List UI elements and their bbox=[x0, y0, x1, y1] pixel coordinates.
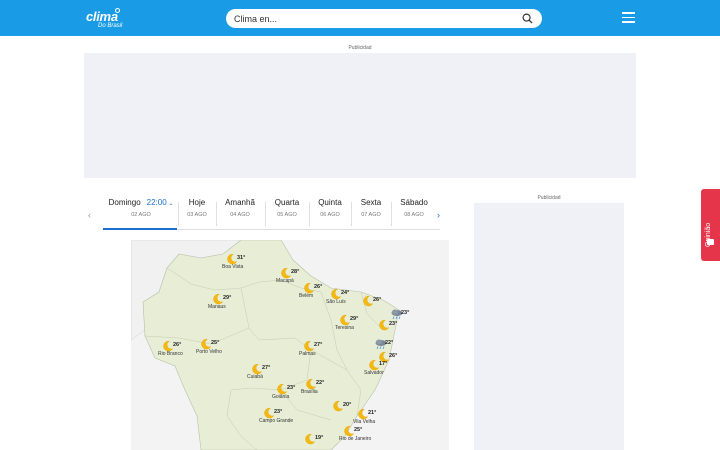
city-temperature: 26° bbox=[173, 342, 182, 348]
city-name: Teresina bbox=[335, 325, 354, 331]
city-temperature: 25° bbox=[211, 340, 220, 346]
city-name: Brasília bbox=[301, 389, 318, 395]
prev-day-arrow-icon[interactable]: ‹ bbox=[88, 210, 91, 220]
chevron-down-icon[interactable]: ⌄ bbox=[167, 201, 173, 207]
city-temperature: 25° bbox=[354, 427, 363, 433]
day-name: Quinta bbox=[318, 198, 342, 207]
day-tabs: ‹ Domingo 22:00 ⌄ 02 AGO Hoje 03 AGO Aman… bbox=[82, 198, 448, 234]
city-temperature: 21° bbox=[368, 410, 377, 416]
day-name: Domingo bbox=[108, 198, 141, 207]
city-temperature: 31° bbox=[237, 255, 246, 261]
city-temperature: 17° bbox=[379, 361, 388, 367]
site-logo[interactable]: clima Do Brasil bbox=[84, 7, 128, 31]
city-temperature: 23° bbox=[401, 310, 410, 316]
next-day-arrow-icon[interactable]: › bbox=[437, 210, 440, 220]
logo-sub-text: Do Brasil bbox=[98, 23, 123, 29]
top-ad-label: Publicidad bbox=[348, 45, 372, 51]
feedback-icon bbox=[707, 239, 714, 245]
city-temperature: 26° bbox=[314, 284, 323, 290]
tab-day-4[interactable]: Quinta 06 AGO bbox=[314, 198, 346, 230]
city-name: Manaus bbox=[208, 304, 226, 310]
active-tab-indicator bbox=[103, 228, 177, 230]
day-date: 04 AGO bbox=[230, 212, 250, 218]
city-temperature: 29° bbox=[223, 295, 232, 301]
city-name: Macapá bbox=[276, 278, 294, 284]
city-name: Vila Velha bbox=[353, 419, 376, 425]
city-temperature: 26° bbox=[373, 297, 382, 303]
city-temperature: 26° bbox=[389, 353, 398, 359]
feedback-button[interactable]: Opinião bbox=[701, 189, 720, 261]
tab-day-2[interactable]: Amanhã 04 AGO bbox=[220, 198, 260, 230]
tab-day-3[interactable]: Quarta 05 AGO bbox=[270, 198, 304, 230]
city-name: Belém bbox=[299, 293, 314, 299]
logo-sun-icon bbox=[115, 8, 120, 13]
search-input[interactable] bbox=[234, 11, 504, 26]
day-date: 05 AGO bbox=[277, 212, 297, 218]
tab-day-1[interactable]: Hoje 03 AGO bbox=[182, 198, 212, 230]
tab-day-6[interactable]: Sábado 08 AGO bbox=[396, 198, 432, 230]
city-name: Porto Velho bbox=[196, 349, 222, 355]
side-ad-label: Publicidad bbox=[537, 195, 561, 201]
city-name: Goiânia bbox=[272, 394, 290, 400]
city-temperature: 23° bbox=[287, 385, 296, 391]
city-temperature: 27° bbox=[262, 365, 271, 371]
city-name: Rio de Janeiro bbox=[339, 436, 372, 442]
city-name: Boa Vista bbox=[222, 264, 244, 270]
day-name: Sábado bbox=[400, 198, 428, 207]
search-bar bbox=[226, 9, 542, 28]
city-temperature: 20° bbox=[343, 402, 352, 408]
logo-main-text: clima bbox=[86, 9, 118, 24]
hamburger-menu-icon[interactable] bbox=[622, 12, 635, 23]
city-temperature: 28° bbox=[291, 269, 300, 275]
day-date: 03 AGO bbox=[187, 212, 207, 218]
city-name: Campo Grande bbox=[259, 418, 294, 424]
city-temperature: 23° bbox=[389, 321, 398, 327]
city-name: São Luís bbox=[326, 299, 346, 305]
city-name: Cuiabá bbox=[247, 374, 263, 380]
city-temperature: 23° bbox=[274, 409, 283, 415]
day-name: Hoje bbox=[188, 198, 206, 207]
side-ad-banner[interactable] bbox=[474, 203, 624, 450]
search-icon[interactable] bbox=[522, 13, 533, 24]
tab-day-0[interactable]: Domingo 22:00 ⌄ 02 AGO bbox=[104, 198, 178, 230]
day-date: 08 AGO bbox=[404, 212, 424, 218]
day-name: Amanhã bbox=[225, 198, 255, 207]
city-temperature: 29° bbox=[350, 316, 359, 322]
city-temperature: 22° bbox=[316, 380, 325, 386]
day-date: 07 AGO bbox=[361, 212, 381, 218]
city-temperature: 24° bbox=[341, 290, 350, 296]
city-name: Palmas bbox=[299, 351, 316, 357]
time-select[interactable]: 22:00 bbox=[147, 198, 167, 207]
city-name: Salvador bbox=[364, 370, 384, 376]
day-date: 06 AGO bbox=[320, 212, 340, 218]
city-temperature: 27° bbox=[314, 342, 323, 348]
city-name: Rio Branco bbox=[158, 351, 183, 357]
day-date: 02 AGO bbox=[131, 212, 151, 218]
tab-day-5[interactable]: Sexta 07 AGO bbox=[356, 198, 386, 230]
top-ad-banner[interactable] bbox=[84, 53, 636, 178]
city-temperature: 22° bbox=[385, 340, 394, 346]
top-header: clima Do Brasil bbox=[0, 0, 720, 36]
day-name: Quarta bbox=[274, 198, 300, 207]
day-name: Sexta bbox=[360, 198, 382, 207]
city-temperature: 19° bbox=[315, 435, 324, 441]
